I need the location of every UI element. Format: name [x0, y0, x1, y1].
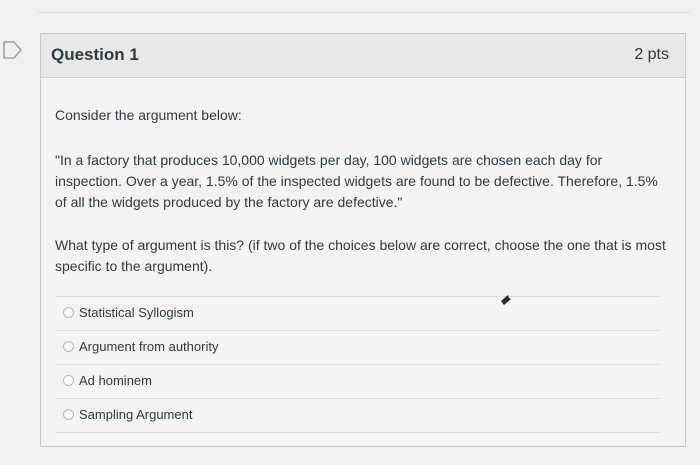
top-divider — [38, 12, 690, 13]
answer-label: Statistical Syllogism — [79, 305, 194, 320]
flag-icon[interactable] — [2, 40, 24, 60]
radio-button[interactable] — [63, 375, 74, 386]
question-title: Question 1 — [51, 45, 139, 64]
quiz-page: Question 1 2 pts Consider the argument b… — [0, 0, 700, 465]
radio-button[interactable] — [63, 409, 74, 420]
question-header: Question 1 2 pts — [41, 34, 685, 78]
answer-option[interactable]: Sampling Argument — [55, 398, 659, 433]
question-intro: Consider the argument below: — [55, 107, 242, 123]
question-prompt: What type of argument is this? (if two o… — [55, 237, 666, 274]
answer-option[interactable]: Statistical Syllogism — [55, 296, 659, 330]
question-points: 2 pts — [634, 46, 669, 63]
question-body: Consider the argument below: "In a facto… — [41, 105, 685, 277]
answer-label: Argument from authority — [79, 339, 219, 354]
radio-button[interactable] — [63, 341, 74, 352]
answer-label: Ad hominem — [79, 373, 152, 388]
mouse-cursor-icon — [501, 295, 511, 305]
answer-option[interactable]: Argument from authority — [55, 330, 659, 364]
argument-quote: "In a factory that produces 10,000 widge… — [55, 152, 658, 210]
radio-button[interactable] — [63, 307, 74, 318]
question-card: Question 1 2 pts Consider the argument b… — [40, 33, 686, 447]
answer-option[interactable]: Ad hominem — [55, 364, 659, 398]
answer-label: Sampling Argument — [79, 407, 193, 422]
answer-list: Statistical Syllogism Argument from auth… — [55, 296, 659, 433]
